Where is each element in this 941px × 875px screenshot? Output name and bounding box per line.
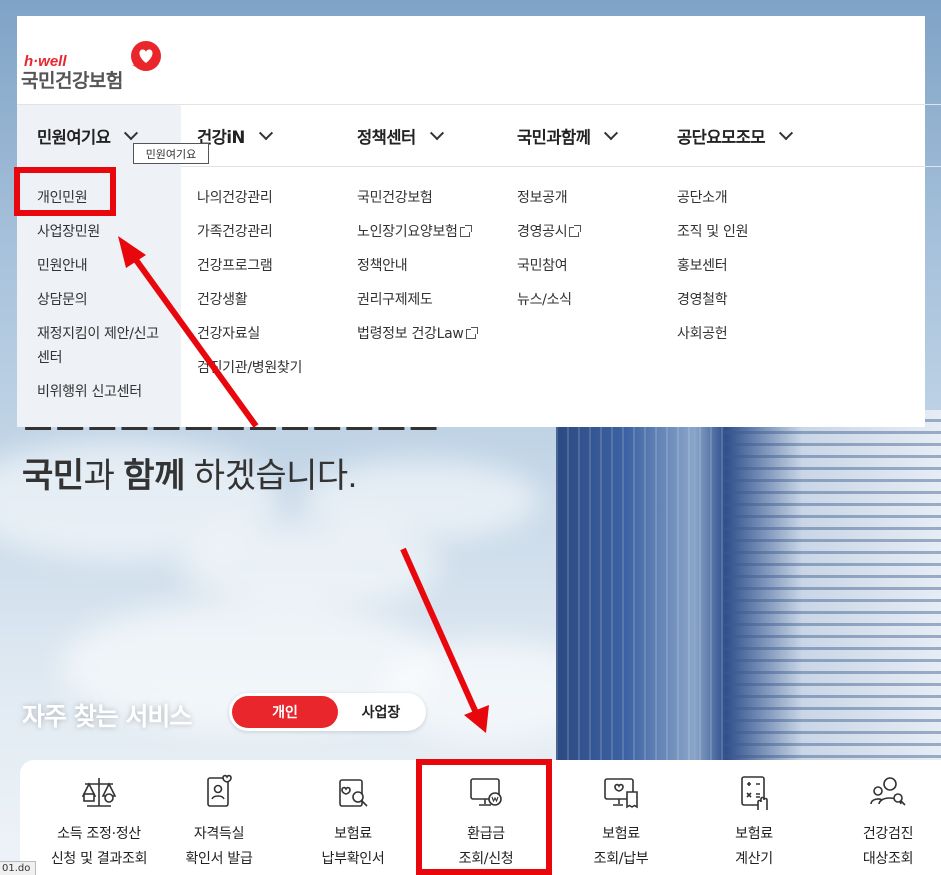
- external-link-icon: [465, 327, 478, 339]
- menu-finance-report-line2[interactable]: 센터: [37, 347, 62, 369]
- nav-label: 민원여기요: [37, 128, 111, 147]
- menu-health-life[interactable]: 건강생활: [197, 289, 248, 311]
- scale-icon: [81, 778, 117, 807]
- menu-find-hospital[interactable]: 검진기관/병원찾기: [197, 357, 302, 379]
- service-premium-calculator[interactable]: 보험료계산기: [689, 772, 819, 872]
- menu-consultation[interactable]: 상담문의: [37, 289, 88, 311]
- menu-organization[interactable]: 조직 및 인원: [677, 221, 749, 243]
- document-search-icon: [339, 779, 368, 807]
- service-income-adjustment[interactable]: 소득 조정·정산신청 및 결과조회: [34, 772, 164, 872]
- menu-label: 노인장기요양보험: [357, 224, 458, 240]
- service-label: 대상조회: [862, 851, 914, 867]
- nav-tooltip: 민원여기요: [133, 143, 209, 164]
- frequent-services-title: 자주 찾는 서비스: [22, 702, 192, 731]
- menu-health-library[interactable]: 건강자료실: [197, 323, 260, 345]
- service-premium-payment[interactable]: 보험료조회/납부: [556, 772, 686, 872]
- service-label: 확인서 발급: [185, 851, 253, 867]
- menu-national-health-insurance[interactable]: 국민건강보험: [357, 187, 433, 209]
- hero-text-line2: 국민과 함께 하겠습니다.: [22, 457, 357, 495]
- menu-citizen-participation[interactable]: 국민참여: [517, 255, 568, 277]
- nav-item-complaints[interactable]: 민원여기요: [37, 124, 139, 148]
- menu-label: 법령정보 건강Law: [357, 326, 464, 342]
- menu-my-health[interactable]: 나의건강관리: [197, 187, 273, 209]
- logo-nhis: 국민건강보험: [21, 70, 123, 92]
- nav-item-with-citizens[interactable]: 국민과함께: [517, 124, 619, 148]
- external-link-icon: [569, 225, 582, 237]
- menu-policy-guide[interactable]: 정책안내: [357, 255, 408, 277]
- chevron-down-icon: [258, 126, 273, 141]
- external-link-icon: [459, 225, 472, 237]
- service-type-toggle: 개인 사업장: [229, 693, 426, 731]
- nav-label: 정책센터: [357, 128, 416, 147]
- menu-finance-report[interactable]: 재정지킴이 제안/신고: [37, 323, 159, 345]
- menu-long-term-care[interactable]: 노인장기요양보험: [357, 221, 472, 243]
- menu-info-disclosure[interactable]: 정보공개: [517, 187, 568, 209]
- menu-rights-remedy[interactable]: 권리구제제도: [357, 289, 433, 311]
- nav-item-about[interactable]: 공단요모조모: [677, 124, 794, 148]
- chevron-down-icon: [604, 126, 619, 141]
- service-label: 보험료: [735, 826, 773, 842]
- menu-management-philosophy[interactable]: 경영철학: [677, 289, 728, 311]
- browser-status-bar: 01.do: [0, 861, 36, 875]
- service-label: 조회/납부: [593, 851, 649, 867]
- service-label: 건강검진: [862, 826, 914, 842]
- chevron-down-icon: [124, 126, 139, 141]
- menu-family-health[interactable]: 가족건강관리: [197, 221, 273, 243]
- annotation-box-personal-complaints: [14, 167, 116, 216]
- menu-social-contribution[interactable]: 사회공헌: [677, 323, 728, 345]
- menu-management-disclosure[interactable]: 경영공시: [517, 221, 582, 243]
- menu-health-law[interactable]: 법령정보 건강Law: [357, 323, 478, 345]
- toggle-business[interactable]: 사업장: [339, 696, 423, 728]
- menu-news[interactable]: 뉴스/소식: [517, 289, 572, 311]
- service-label: 보험료: [602, 826, 640, 842]
- menu-health-program[interactable]: 건강프로그램: [197, 255, 273, 277]
- service-label: 보험료: [334, 826, 372, 842]
- nav-item-policy[interactable]: 정책센터: [357, 124, 444, 148]
- service-label: 자격득실: [193, 826, 245, 842]
- toggle-personal[interactable]: 개인: [232, 696, 338, 728]
- service-label: 계산기: [735, 851, 773, 867]
- menu-pr-center[interactable]: 홍보센터: [677, 255, 728, 277]
- menu-about-corporation[interactable]: 공단소개: [677, 187, 728, 209]
- menu-complaint-guide[interactable]: 민원안내: [37, 255, 88, 277]
- service-label: 소득 조정·정산: [57, 826, 141, 842]
- service-label: 신청 및 결과조회: [50, 851, 148, 867]
- id-card-heart-icon: [207, 774, 232, 807]
- nav-label: 국민과함께: [517, 128, 591, 147]
- heart-logo-icon: [131, 41, 161, 71]
- nav-divider: [181, 166, 941, 167]
- menu-label: 경영공시: [517, 224, 568, 240]
- service-health-checkup[interactable]: 건강검진대상조회: [823, 772, 941, 872]
- people-search-icon: [870, 777, 906, 806]
- service-label: 납부확인서: [321, 851, 385, 867]
- menu-business-complaints[interactable]: 사업장민원: [37, 221, 100, 243]
- chevron-down-icon: [429, 126, 444, 141]
- annotation-box-refund: [416, 759, 552, 875]
- calculator-hand-icon: [741, 776, 768, 810]
- service-payment-certificate[interactable]: 보험료납부확인서: [288, 772, 418, 872]
- monitor-heart-receipt-icon: [604, 778, 638, 809]
- building-image: [556, 410, 941, 790]
- chevron-down-icon: [779, 126, 794, 141]
- menu-misconduct-report[interactable]: 비위행위 신고센터: [37, 381, 142, 403]
- nav-label: 공단요모조모: [677, 128, 766, 147]
- service-qualification-certificate[interactable]: 자격득실확인서 발급: [154, 772, 284, 872]
- nav-divider: [17, 104, 941, 105]
